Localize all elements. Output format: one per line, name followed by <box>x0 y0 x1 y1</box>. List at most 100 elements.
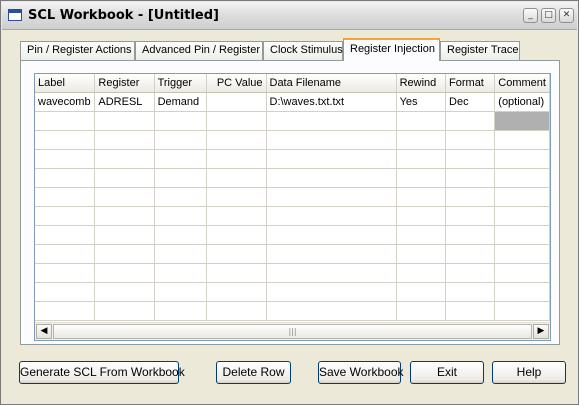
scroll-left-arrow-icon[interactable]: ◀ <box>36 324 52 339</box>
cell-data-filename[interactable]: D:\waves.txt.txt <box>266 92 397 112</box>
table-row[interactable] <box>35 149 550 169</box>
exit-button[interactable]: Exit <box>410 361 484 384</box>
column-header-pc-value[interactable]: PC Value <box>206 74 267 93</box>
table-row[interactable] <box>35 225 550 245</box>
horizontal-scrollbar[interactable]: ◀ ||| ▶ <box>35 322 550 340</box>
empty-cell[interactable] <box>494 206 550 226</box>
empty-cell[interactable] <box>35 187 96 207</box>
empty-cell[interactable] <box>35 149 96 169</box>
empty-cell[interactable] <box>154 111 208 131</box>
empty-cell[interactable] <box>445 187 496 207</box>
empty-cell[interactable] <box>94 263 155 283</box>
empty-cell[interactable] <box>494 263 550 283</box>
tab-register-injection[interactable]: Register Injection <box>343 38 440 61</box>
maximize-button[interactable]: □ <box>541 8 556 23</box>
empty-cell[interactable] <box>445 149 496 169</box>
tab-clock-stimulus[interactable]: Clock Stimulus <box>263 41 343 60</box>
table-row[interactable] <box>35 168 550 188</box>
selected-cell[interactable] <box>494 111 550 131</box>
empty-cell[interactable] <box>206 282 267 302</box>
scrollbar-thumb[interactable]: ||| <box>53 324 532 339</box>
empty-cell[interactable] <box>494 282 550 302</box>
empty-cell[interactable] <box>396 263 447 283</box>
close-button[interactable]: ✕ <box>559 8 574 23</box>
empty-cell[interactable] <box>445 168 496 188</box>
tab-register-trace[interactable]: Register Trace <box>440 41 520 60</box>
table-row[interactable] <box>35 111 550 131</box>
empty-cell[interactable] <box>206 263 267 283</box>
cell-trigger[interactable]: Demand <box>154 92 208 112</box>
cell-format[interactable]: Dec <box>445 92 496 112</box>
cell-register[interactable]: ADRESL <box>94 92 155 112</box>
empty-cell[interactable] <box>494 301 550 321</box>
empty-cell[interactable] <box>396 187 447 207</box>
empty-cell[interactable] <box>35 225 96 245</box>
empty-cell[interactable] <box>206 225 267 245</box>
empty-cell[interactable] <box>396 149 447 169</box>
empty-cell[interactable] <box>396 206 447 226</box>
empty-cell[interactable] <box>154 282 208 302</box>
empty-cell[interactable] <box>206 244 267 264</box>
table-row[interactable] <box>35 282 550 302</box>
table-row[interactable] <box>35 244 550 264</box>
empty-cell[interactable] <box>494 225 550 245</box>
table-row[interactable]: wavecomb ADRESL Demand D:\waves.txt.txt … <box>35 92 550 112</box>
empty-cell[interactable] <box>396 301 447 321</box>
empty-cell[interactable] <box>266 111 397 131</box>
empty-cell[interactable] <box>206 206 267 226</box>
empty-cell[interactable] <box>35 301 96 321</box>
empty-cell[interactable] <box>94 187 155 207</box>
empty-cell[interactable] <box>396 111 447 131</box>
empty-cell[interactable] <box>266 149 397 169</box>
empty-cell[interactable] <box>266 130 397 150</box>
column-header-format[interactable]: Format <box>445 74 496 93</box>
table-row[interactable] <box>35 301 550 321</box>
empty-cell[interactable] <box>154 225 208 245</box>
empty-cell[interactable] <box>396 282 447 302</box>
empty-cell[interactable] <box>445 263 496 283</box>
column-header-rewind[interactable]: Rewind <box>396 74 447 93</box>
scroll-right-arrow-icon[interactable]: ▶ <box>533 324 549 339</box>
empty-cell[interactable] <box>154 168 208 188</box>
empty-cell[interactable] <box>206 301 267 321</box>
empty-cell[interactable] <box>94 244 155 264</box>
empty-cell[interactable] <box>206 187 267 207</box>
empty-cell[interactable] <box>266 225 397 245</box>
empty-cell[interactable] <box>35 206 96 226</box>
empty-cell[interactable] <box>35 263 96 283</box>
empty-cell[interactable] <box>445 225 496 245</box>
cell-pc-value[interactable] <box>206 92 267 112</box>
empty-cell[interactable] <box>154 301 208 321</box>
tab-advanced-pin-register[interactable]: Advanced Pin / Register <box>135 41 263 60</box>
tab-pin-register-actions[interactable]: Pin / Register Actions <box>20 41 135 60</box>
empty-cell[interactable] <box>154 187 208 207</box>
table-row[interactable] <box>35 130 550 150</box>
empty-cell[interactable] <box>154 244 208 264</box>
empty-cell[interactable] <box>94 168 155 188</box>
empty-cell[interactable] <box>445 111 496 131</box>
empty-cell[interactable] <box>445 301 496 321</box>
data-grid[interactable]: Label Register Trigger PC Value Data Fil… <box>34 73 551 341</box>
empty-cell[interactable] <box>266 244 397 264</box>
column-header-register[interactable]: Register <box>94 74 155 93</box>
empty-cell[interactable] <box>94 149 155 169</box>
empty-cell[interactable] <box>396 244 447 264</box>
empty-cell[interactable] <box>206 130 267 150</box>
empty-cell[interactable] <box>494 187 550 207</box>
empty-cell[interactable] <box>396 168 447 188</box>
empty-cell[interactable] <box>154 263 208 283</box>
empty-cell[interactable] <box>494 244 550 264</box>
empty-cell[interactable] <box>206 111 267 131</box>
empty-cell[interactable] <box>445 282 496 302</box>
empty-cell[interactable] <box>266 168 397 188</box>
empty-cell[interactable] <box>35 282 96 302</box>
column-header-label[interactable]: Label <box>35 74 96 93</box>
empty-cell[interactable] <box>35 130 96 150</box>
empty-cell[interactable] <box>396 225 447 245</box>
empty-cell[interactable] <box>396 130 447 150</box>
empty-cell[interactable] <box>94 225 155 245</box>
empty-cell[interactable] <box>154 149 208 169</box>
empty-cell[interactable] <box>445 206 496 226</box>
empty-cell[interactable] <box>94 111 155 131</box>
cell-rewind[interactable]: Yes <box>396 92 447 112</box>
